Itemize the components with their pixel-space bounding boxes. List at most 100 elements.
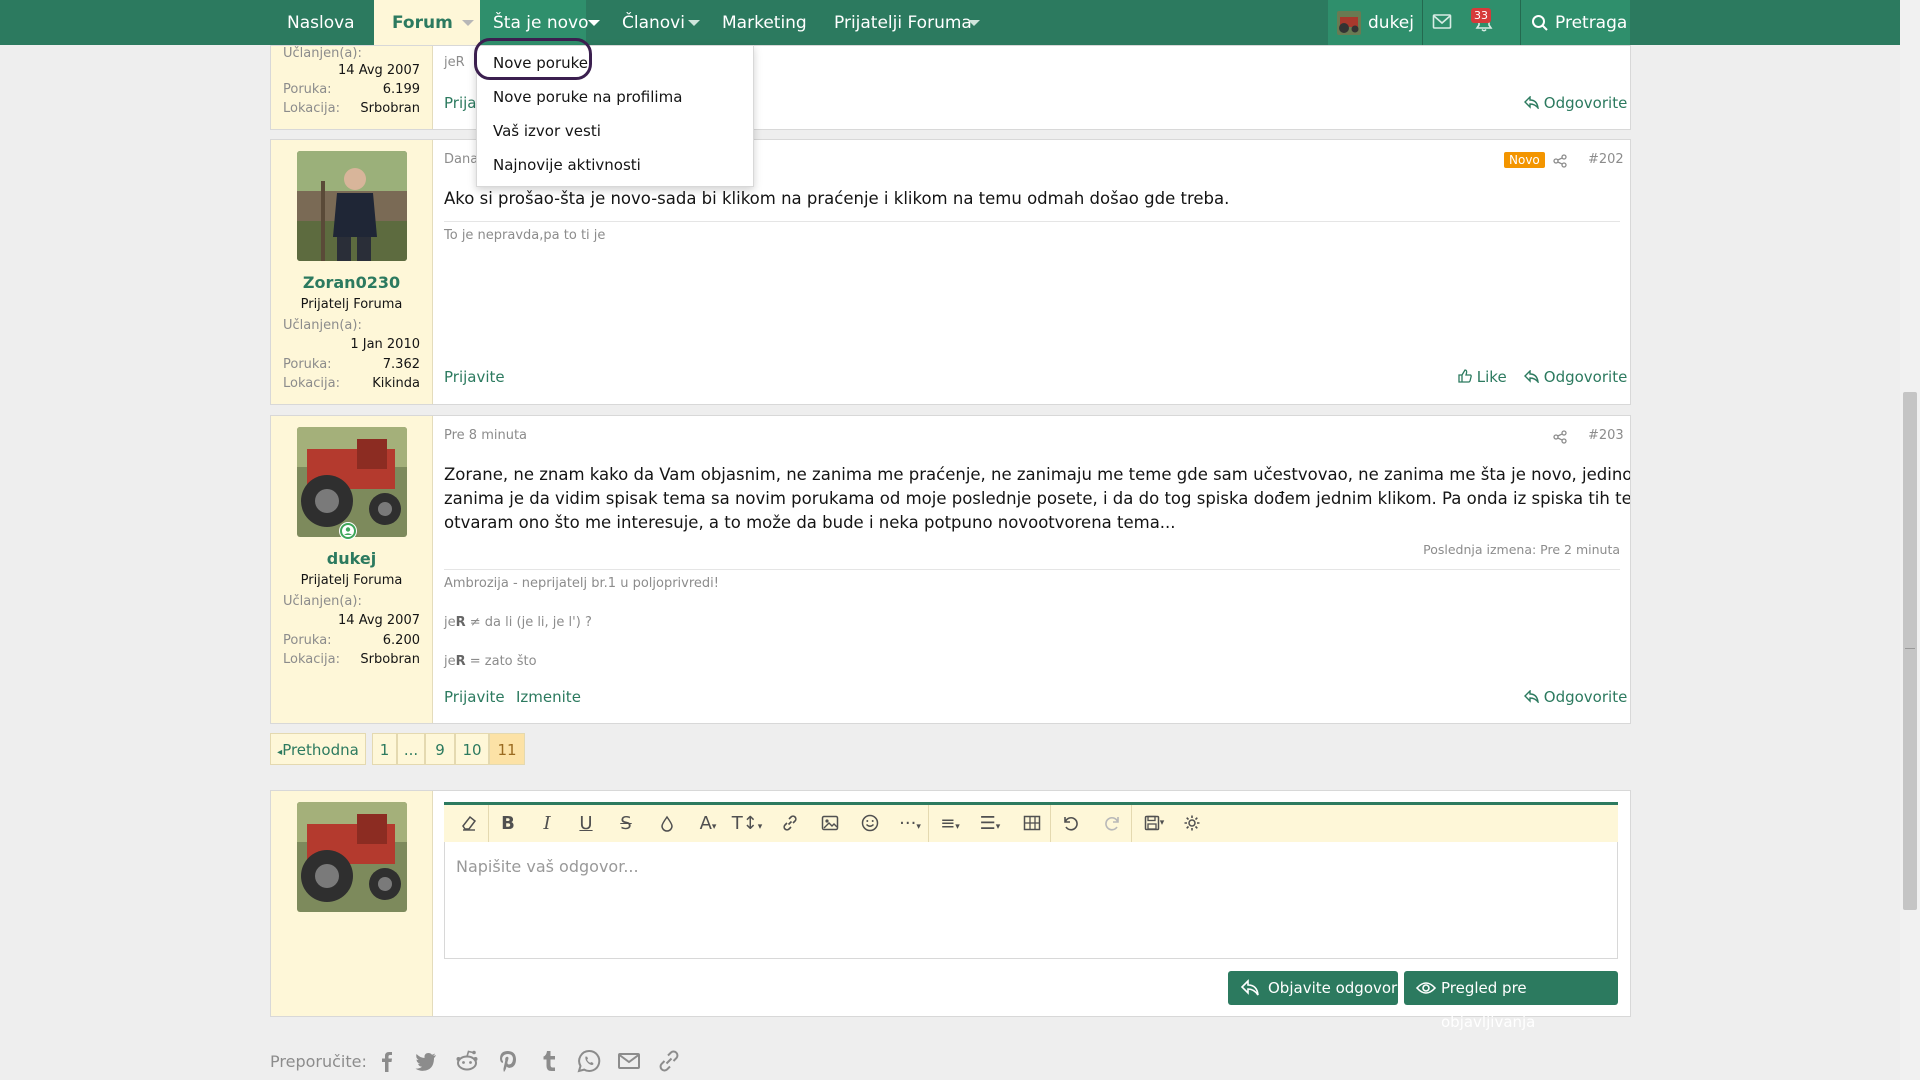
pagination-page[interactable]: 9 <box>425 733 455 765</box>
like-link[interactable]: Like <box>1458 368 1507 386</box>
post-time[interactable]: Dana <box>444 152 478 167</box>
new-badge: Novo <box>1504 152 1545 168</box>
post-body: Zorane, ne znam kako da Vam objasnim, ne… <box>444 463 1631 535</box>
share-icon[interactable] <box>1553 429 1567 448</box>
location-value: Srbobran <box>360 652 420 667</box>
pagination-page-current[interactable]: 11 <box>489 733 525 765</box>
post-body-line: zanima je da vidim spisak tema sa novim … <box>444 489 1631 508</box>
nav-user-avatar[interactable] <box>1337 11 1361 35</box>
reply-avatar-dukej[interactable] <box>297 802 407 912</box>
menu-item-news-feed[interactable]: Vaš izvor vesti <box>493 122 601 140</box>
location-label: Lokacija: <box>283 376 340 391</box>
annotation-highlight-ring <box>474 38 592 80</box>
preview-button[interactable]: Pregled pre objavljivanja <box>1404 971 1618 1031</box>
nav-marketing[interactable]: Marketing <box>722 0 807 45</box>
signature-partial: jeR <box>444 55 465 70</box>
nav-user-name[interactable]: dukej <box>1368 0 1414 45</box>
facebook-icon[interactable] <box>374 1048 400 1074</box>
link-share-icon[interactable] <box>656 1048 682 1074</box>
signature-text: je <box>444 615 456 630</box>
reply-label: Odgovorite <box>1543 94 1628 112</box>
nav-search[interactable]: Pretraga <box>1555 0 1627 45</box>
font-size-icon[interactable]: T↕▾ <box>729 805 765 842</box>
nav-members[interactable]: Članovi <box>622 0 685 45</box>
post-username[interactable]: Zoran0230 <box>271 273 432 292</box>
pagination-prev[interactable]: ◂Prethodna <box>270 733 366 765</box>
tumblr-icon[interactable] <box>536 1048 562 1074</box>
posts-label: Poruka: <box>283 357 332 372</box>
whatsapp-icon[interactable] <box>576 1048 602 1074</box>
nav-forums[interactable]: Forumi <box>374 0 459 45</box>
pinterest-icon[interactable] <box>495 1048 521 1074</box>
user-avatar-dukej[interactable] <box>297 427 407 537</box>
page-scrollbar-thumb[interactable] <box>1903 392 1917 910</box>
bold-icon[interactable]: B <box>493 805 523 842</box>
post-time[interactable]: Pre 8 minuta <box>444 428 527 443</box>
list-icon[interactable]: ☰▾ <box>972 805 1008 842</box>
search-icon[interactable] <box>1531 14 1549 36</box>
pagination-page[interactable]: 10 <box>455 733 489 765</box>
post-number[interactable]: #202 <box>1588 152 1624 167</box>
nav-home[interactable]: Naslova <box>287 0 355 45</box>
joined-label: Učlanjen(a): <box>283 594 362 609</box>
reply-link[interactable]: Odgovorite <box>1524 688 1627 706</box>
table-icon[interactable] <box>1014 805 1051 842</box>
menu-item-new-profile-posts[interactable]: Nove poruke na profilima <box>493 88 682 106</box>
nav-forums-caret-icon[interactable] <box>454 0 480 45</box>
align-icon[interactable]: ≡▾ <box>932 805 968 842</box>
reply-icon <box>1240 979 1259 996</box>
redo-icon[interactable] <box>1095 805 1132 842</box>
signature-separator <box>444 221 1620 222</box>
more-options-icon[interactable]: ···▾ <box>892 805 929 842</box>
share-icon[interactable] <box>1553 153 1567 172</box>
undo-icon[interactable] <box>1055 805 1085 842</box>
clear-format-icon[interactable] <box>450 805 489 842</box>
joined-value: 14 Avg 2007 <box>338 63 420 78</box>
reply-label: Odgovorite <box>1543 688 1628 706</box>
last-edit-note[interactable]: Poslednja izmena: Pre 2 minuta <box>1423 542 1620 557</box>
underline-icon[interactable]: U <box>571 805 601 842</box>
post-reply-button[interactable]: Objavite odgovor <box>1228 971 1398 1005</box>
font-family-icon[interactable]: A▾ <box>691 805 725 842</box>
reply-link[interactable]: Odgovorite <box>1524 368 1627 386</box>
signature-line: jeR ≠ da li (je li, je l') ? <box>444 615 592 630</box>
pagination-ellipsis[interactable]: ... <box>397 733 425 765</box>
posts-label: Poruka: <box>283 82 332 97</box>
drafts-icon[interactable]: ▾ <box>1136 805 1172 842</box>
nav-friends-caret-icon[interactable] <box>960 0 986 45</box>
location-label: Lokacija: <box>283 652 340 667</box>
twitter-icon[interactable] <box>413 1048 439 1074</box>
top-navbar: Naslova Forumi Šta je novo Članovi Marke… <box>0 0 1900 45</box>
image-icon[interactable] <box>815 805 845 842</box>
signature-separator <box>444 569 1620 570</box>
post-203: dukej Prijatelj Foruma Učlanjen(a): 14 A… <box>270 415 1631 724</box>
nav-whats-new-caret-icon[interactable] <box>580 0 606 45</box>
editor-toolbar: B I U S A▾ T↕▾ ···▾ ≡▾ ☰▾ ▾ <box>444 802 1618 842</box>
emoji-icon[interactable] <box>855 805 885 842</box>
posts-label: Poruka: <box>283 633 332 648</box>
pagination-prev-label: Prethodna <box>282 741 359 759</box>
signature-text: je <box>444 654 456 669</box>
reply-link[interactable]: Odgovorite <box>1524 94 1627 112</box>
menu-item-latest-activity[interactable]: Najnovije aktivnosti <box>493 156 641 174</box>
gear-icon[interactable] <box>1177 805 1207 842</box>
signature-line: jeR = zato što <box>444 654 537 669</box>
edit-link[interactable]: Izmenite <box>516 688 581 706</box>
user-avatar-zoran0230[interactable] <box>297 151 407 261</box>
reddit-icon[interactable] <box>454 1048 480 1074</box>
pagination-page[interactable]: 1 <box>372 733 397 765</box>
email-icon[interactable] <box>616 1048 642 1074</box>
post-number[interactable]: #203 <box>1588 428 1624 443</box>
text-color-icon[interactable] <box>652 805 682 842</box>
share-label: Preporučite: <box>270 1052 367 1071</box>
italic-icon[interactable]: I <box>532 805 562 842</box>
inbox-icon[interactable] <box>1432 13 1452 35</box>
post-username[interactable]: dukej <box>271 549 432 568</box>
nav-members-caret-icon[interactable] <box>680 0 706 45</box>
post-body: Ako si prošao-šta je novo-sada bi klikom… <box>444 189 1230 208</box>
report-link[interactable]: Prijavite <box>444 688 505 706</box>
report-link[interactable]: Prijavite <box>444 368 505 386</box>
link-icon[interactable] <box>775 805 805 842</box>
strikethrough-icon[interactable]: S <box>611 805 641 842</box>
nav-friends[interactable]: Prijatelji Foruma <box>834 0 972 45</box>
